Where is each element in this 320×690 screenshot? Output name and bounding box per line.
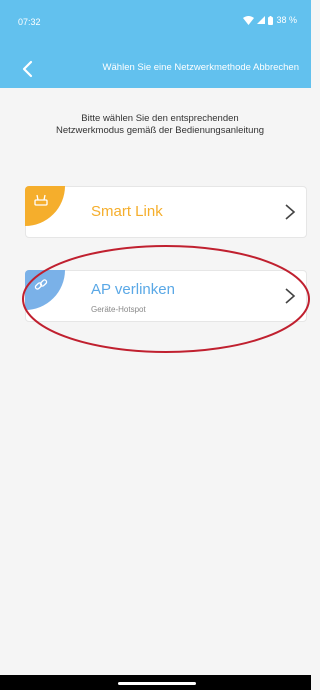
status-bar: 07:32 38 % [0,0,311,50]
instruction-line-2: Netzwerkmodus gemäß der Bedienungsanleit… [55,125,265,136]
instruction-text: Bitte wählen Sie den entsprechenden Netz… [20,113,300,137]
battery-icon [268,15,274,25]
router-icon [34,194,48,206]
ap-link-option[interactable]: AP verlinken Geräte-Hotspot [25,270,307,322]
home-indicator[interactable] [118,682,196,685]
status-time: 07:32 [18,17,41,27]
chevron-right-icon [285,288,296,304]
battery-percent: 38 % [276,15,297,25]
cell-signal-icon [257,16,266,24]
ap-link-title: AP verlinken [91,281,175,298]
page-title: Wählen Sie eine Netzwerkmethode Abbreche… [102,62,299,73]
chevron-right-icon [285,204,296,220]
smart-link-option[interactable]: Smart Link [25,186,307,238]
ap-link-badge [25,270,65,310]
status-icons: 38 % [243,15,297,25]
smart-link-title: Smart Link [91,203,163,220]
wifi-icon [243,15,255,25]
back-arrow-icon[interactable] [18,59,38,79]
header-bar: Wählen Sie eine Netzwerkmethode Abbreche… [0,50,311,88]
instruction-line-1: Bitte wählen Sie den entsprechenden [81,113,239,124]
ap-link-subtitle: Geräte-Hotspot [91,305,146,314]
smart-link-badge [25,186,65,226]
link-icon [34,279,48,290]
